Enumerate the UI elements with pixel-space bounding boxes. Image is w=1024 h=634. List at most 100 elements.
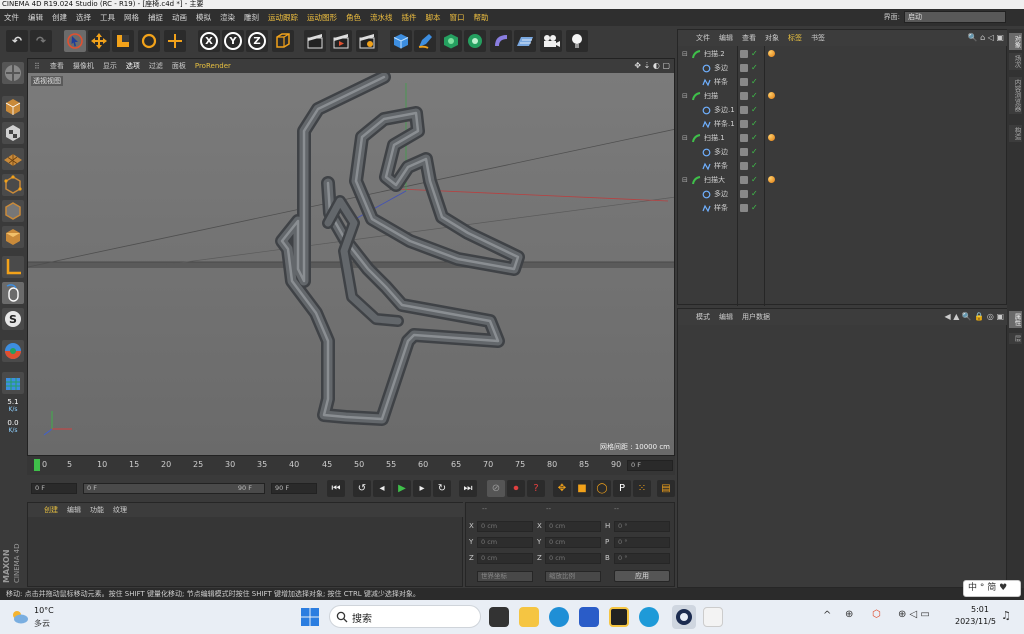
notes-app-icon[interactable] [609,607,629,627]
cinema4d-app-icon[interactable] [672,605,696,629]
menu-window[interactable]: 窗口 [450,12,465,23]
live-select-button[interactable] [64,30,86,52]
start-frame-field[interactable]: 0 F [31,483,77,494]
attributes-menu-user-data[interactable]: 用户数据 [742,312,770,322]
input-method-icon[interactable]: ⊕ [845,609,853,620]
menu-create[interactable]: 创建 [52,12,67,23]
menu-file[interactable]: 文件 [4,12,19,23]
object-row[interactable]: 多边 ✓ [678,187,1008,201]
go-to-end-button[interactable]: ⏭ [459,480,477,497]
layer-visibility-icon[interactable] [740,134,748,142]
texture-mode-button[interactable] [2,122,24,144]
viewport-menu-display[interactable]: 显示 [103,61,117,71]
keyframe-selection-button[interactable]: ? [527,480,545,497]
layer-visibility-icon[interactable] [740,204,748,212]
floor-button[interactable] [514,30,536,52]
objects-menu-file[interactable]: 文件 [696,33,710,43]
deformer-button[interactable] [490,30,512,52]
menu-plugins[interactable]: 插件 [402,12,417,23]
objects-menu-edit[interactable]: 编辑 [719,33,733,43]
rotate-tool-button[interactable] [138,30,160,52]
scale-mode-select[interactable]: 缩放比例 [545,571,601,582]
array-button[interactable] [464,30,486,52]
network-volume-icons[interactable]: ⊕ ◁ ▭ [898,609,930,620]
position-z-field[interactable]: 0 cm [477,553,533,564]
file-explorer-icon[interactable] [519,607,539,627]
frame-range-slider[interactable]: 0 F 90 F [83,483,265,494]
tab-structure[interactable]: 构造 [1009,125,1022,142]
axis-y-lock[interactable]: Y [222,30,244,52]
coordinate-system-button[interactable] [272,30,294,52]
enabled-check-icon[interactable]: ✓ [751,201,758,215]
axis-x-lock[interactable]: X [198,30,220,52]
object-row[interactable]: 样条.1 ✓ [678,117,1008,131]
rotation-b-field[interactable]: 0 ° [614,553,670,564]
layer-visibility-icon[interactable] [740,50,748,58]
store-icon[interactable] [579,607,599,627]
size-z-field[interactable]: 0 cm [545,553,601,564]
windows-start-icon[interactable] [300,607,320,627]
menu-render[interactable]: 渲染 [220,12,235,23]
menu-mesh[interactable]: 网格 [124,12,139,23]
tab-takes[interactable]: 场次 [1009,53,1022,70]
objects-menu-objects[interactable]: 对象 [765,33,779,43]
enabled-check-icon[interactable]: ✓ [751,173,758,187]
layer-visibility-icon[interactable] [740,120,748,128]
scale-tool-button[interactable] [112,30,134,52]
enabled-check-icon[interactable]: ✓ [751,75,758,89]
layer-visibility-icon[interactable] [740,148,748,156]
menu-snap[interactable]: 捕捉 [148,12,163,23]
redo-button[interactable]: ↷ [30,30,52,52]
size-y-field[interactable]: 0 cm [545,537,601,548]
render-view-button[interactable] [304,30,326,52]
polygons-mode-button[interactable] [2,226,24,248]
snap-button[interactable]: S [2,308,24,330]
attributes-menu-mode[interactable]: 模式 [696,312,710,322]
object-manager-tool-icons[interactable]: 🔍 ⌂ ◁ ▣ [968,33,1004,42]
object-row[interactable]: ⊟ 扫描.2 ✓ [678,47,1008,61]
cube-primitive-button[interactable] [390,30,412,52]
autokey-button[interactable]: ⏺ [507,480,525,497]
notification-bell-icon[interactable]: ♫ [1001,609,1011,622]
make-editable-button[interactable] [2,62,24,84]
enabled-check-icon[interactable]: ✓ [751,131,758,145]
pen-spline-button[interactable] [414,30,436,52]
clock-date[interactable]: 2023/11/5 [955,617,996,626]
enabled-check-icon[interactable]: ✓ [751,89,758,103]
tab-content-browser[interactable]: 内容浏览器 [1009,77,1022,114]
enabled-check-icon[interactable]: ✓ [751,159,758,173]
object-row[interactable]: 样条 ✓ [678,75,1008,89]
subdivision-surface-button[interactable] [440,30,462,52]
tab-layers[interactable]: 层 [1009,333,1022,344]
menu-pipeline[interactable]: 流水线 [370,12,393,23]
axis-mode-button[interactable] [2,256,24,278]
size-x-field[interactable]: 0 cm [545,521,601,532]
point-level-button[interactable]: ⁙ [633,480,651,497]
ime-toolbar[interactable]: 中 ° 简 ♥ [963,580,1021,597]
viewport-menu-filter[interactable]: 过滤 [149,61,163,71]
object-row[interactable]: 样条 ✓ [678,201,1008,215]
layer-visibility-icon[interactable] [740,162,748,170]
apply-button[interactable]: 应用 [614,570,670,582]
attribute-manager-nav-icons[interactable]: ◀ ▲ 🔍 🔒 ◎ ▣ [945,312,1004,321]
material-menu-texture[interactable]: 纹理 [113,505,127,515]
collapse-toggle-icon[interactable]: ⊟ [682,89,688,103]
workplane-mode-button[interactable] [2,148,24,170]
scale-track-button[interactable]: ■ [573,480,591,497]
points-mode-button[interactable] [2,174,24,196]
object-row[interactable]: ⊟ 扫描 ✓ [678,89,1008,103]
collapse-toggle-icon[interactable]: ⊟ [682,173,688,187]
collapse-toggle-icon[interactable]: ⊟ [682,131,688,145]
object-row[interactable]: 样条 ✓ [678,159,1008,173]
record-active-button[interactable]: ⊘ [487,480,505,497]
perspective-viewport[interactable]: ⠿ 查看 摄像机 显示 选项 过滤 面板 ProRender ✥ ⇣ ◐ ▢ 透… [27,58,675,456]
phong-tag-icon[interactable] [768,50,775,57]
viewport-menu-prorender[interactable]: ProRender [195,62,231,70]
menu-mograph[interactable]: 运动图形 [307,12,337,23]
previous-frame-button[interactable]: ◂ [373,480,391,497]
collapse-toggle-icon[interactable]: ⊟ [682,47,688,61]
enabled-check-icon[interactable]: ✓ [751,103,758,117]
menu-script[interactable]: 脚本 [426,12,441,23]
quick-shading-button[interactable] [2,340,24,362]
tab-attributes[interactable]: 属性 [1009,311,1022,328]
